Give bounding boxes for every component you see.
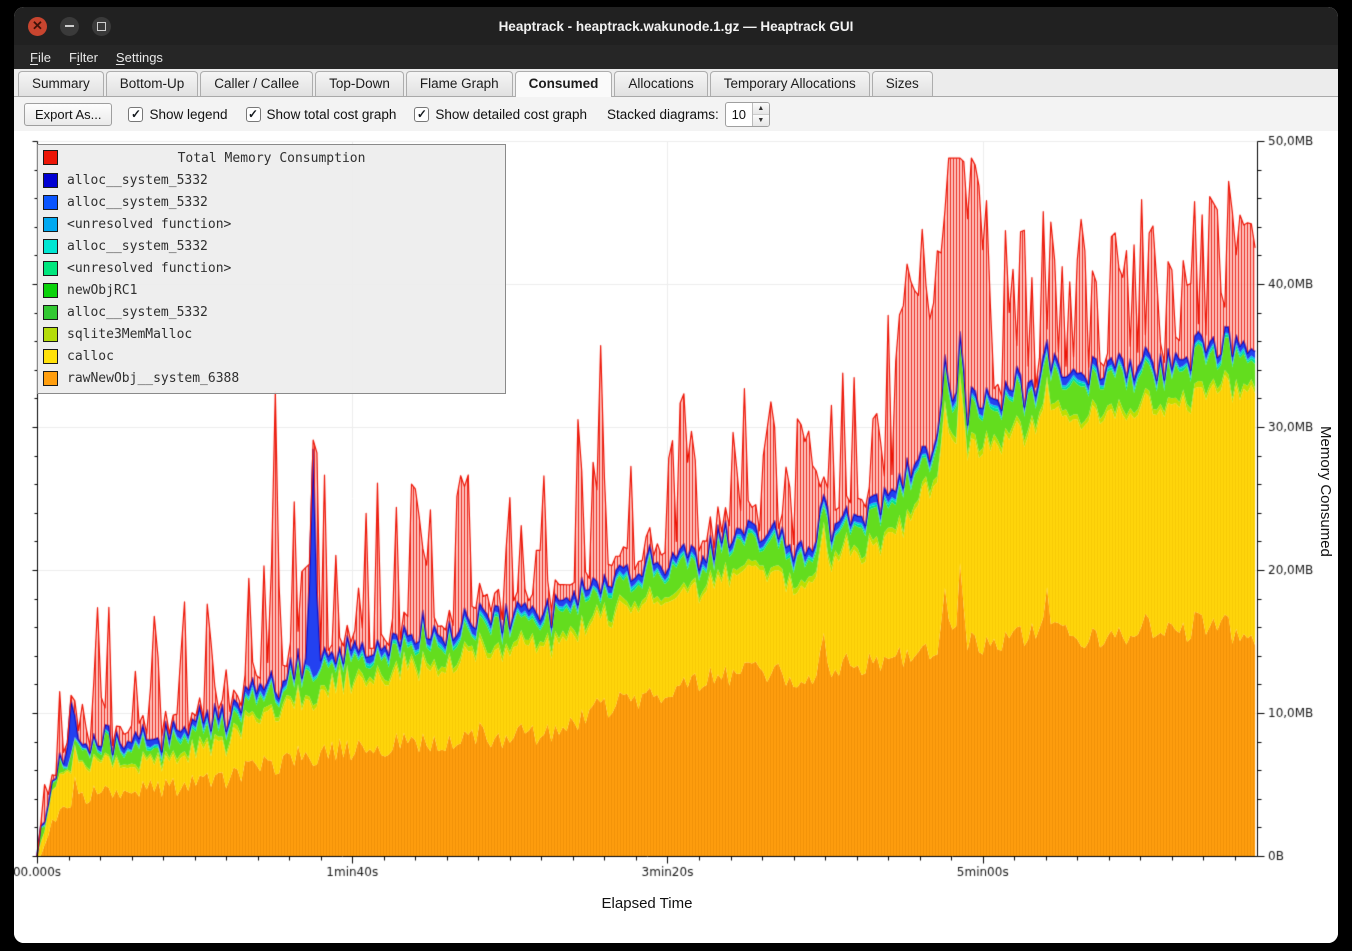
legend-swatch (43, 371, 58, 386)
checkbox-label: Show legend (149, 107, 227, 122)
maximize-icon (97, 22, 106, 31)
spinbox-arrows: ▲ ▼ (752, 103, 769, 126)
menu-filter[interactable]: Filter (61, 48, 106, 67)
chart-legend: Total Memory Consumption alloc__system_5… (37, 144, 506, 394)
x-axis-title: Elapsed Time (37, 895, 1257, 912)
checkbox-check-icon: ✓ (128, 107, 143, 122)
minimize-icon (65, 25, 74, 27)
legend-entry: <unresolved function> (38, 213, 505, 235)
checkbox-check-icon: ✓ (414, 107, 429, 122)
legend-swatch (43, 195, 58, 210)
legend-entries: alloc__system_5332 alloc__system_5332 <unr… (38, 169, 505, 389)
spin-up-icon: ▲ (757, 105, 764, 112)
legend-swatch (43, 173, 58, 188)
legend-label: sqlite3MemMalloc (67, 327, 192, 342)
checkbox-label: Show total cost graph (267, 107, 397, 122)
window-title: Heaptrack - heaptrack.wakunode.1.gz — He… (499, 19, 854, 34)
spin-down-button[interactable]: ▼ (753, 115, 769, 126)
close-icon: ✕ (32, 19, 43, 32)
export-as-button[interactable]: Export As... (24, 103, 112, 126)
legend-entry: calloc (38, 345, 505, 367)
tab-summary[interactable]: Summary (18, 71, 104, 96)
legend-label: <unresolved function> (67, 217, 231, 232)
legend-entry: alloc__system_5332 (38, 191, 505, 213)
chart-area: Total Memory Consumption alloc__system_5… (14, 131, 1338, 943)
window-controls: ✕ (28, 7, 111, 45)
maximize-button[interactable] (92, 17, 111, 36)
tab-consumed[interactable]: Consumed (515, 71, 613, 97)
legend-entry: newObjRC1 (38, 279, 505, 301)
menu-file[interactable]: File (22, 48, 59, 67)
close-button[interactable]: ✕ (28, 17, 47, 36)
checkbox-show-legend[interactable]: ✓ Show legend (128, 107, 227, 122)
legend-title-row: Total Memory Consumption (38, 147, 505, 169)
legend-entry: alloc__system_5332 (38, 235, 505, 257)
legend-label: alloc__system_5332 (67, 239, 208, 254)
checkbox-check-icon: ✓ (246, 107, 261, 122)
spin-down-icon: ▼ (757, 117, 764, 124)
legend-label: rawNewObj__system_6388 (67, 371, 239, 386)
legend-swatch (43, 217, 58, 232)
legend-label: alloc__system_5332 (67, 195, 208, 210)
legend-entry: alloc__system_5332 (38, 301, 505, 323)
tab-bottom-up[interactable]: Bottom-Up (106, 71, 199, 96)
legend-title: Total Memory Consumption (178, 151, 366, 166)
legend-swatch (43, 283, 58, 298)
legend-title-swatch (43, 150, 58, 165)
legend-label: alloc__system_5332 (67, 305, 208, 320)
legend-entry: <unresolved function> (38, 257, 505, 279)
menu-settings[interactable]: Settings (108, 48, 171, 67)
checkbox-label: Show detailed cost graph (435, 107, 587, 122)
tab-temporary-allocations[interactable]: Temporary Allocations (710, 71, 870, 96)
checkbox-show-detailed-cost-graph[interactable]: ✓ Show detailed cost graph (414, 107, 587, 122)
titlebar[interactable]: ✕ Heaptrack - heaptrack.wakunode.1.gz — … (14, 7, 1338, 45)
legend-swatch (43, 261, 58, 276)
stacked-diagrams-label: Stacked diagrams: (607, 107, 719, 122)
stacked-diagrams-control: Stacked diagrams: 10 ▲ ▼ (607, 102, 770, 127)
tab-top-down[interactable]: Top-Down (315, 71, 404, 96)
legend-swatch (43, 305, 58, 320)
toolbar: Export As... ✓ Show legend ✓ Show total cos… (14, 97, 1338, 131)
stacked-diagrams-spinbox[interactable]: 10 ▲ ▼ (725, 102, 770, 127)
legend-label: calloc (67, 349, 114, 364)
tab-bar: SummaryBottom-UpCaller / CalleeTop-DownF… (14, 69, 1338, 97)
checkbox-show-total-cost-graph[interactable]: ✓ Show total cost graph (246, 107, 397, 122)
tab-sizes[interactable]: Sizes (872, 71, 933, 96)
app-window: ✕ Heaptrack - heaptrack.wakunode.1.gz — … (14, 7, 1338, 943)
legend-label: alloc__system_5332 (67, 173, 208, 188)
legend-entry: sqlite3MemMalloc (38, 323, 505, 345)
spin-up-button[interactable]: ▲ (753, 103, 769, 115)
minimize-button[interactable] (60, 17, 79, 36)
tab-allocations[interactable]: Allocations (614, 71, 707, 96)
legend-swatch (43, 349, 58, 364)
stacked-diagrams-value: 10 (726, 103, 752, 126)
tab-caller-callee[interactable]: Caller / Callee (200, 71, 313, 96)
legend-entry: alloc__system_5332 (38, 169, 505, 191)
y-axis-title: Memory Consumed (1317, 426, 1334, 557)
checkbox-group: ✓ Show legend ✓ Show total cost graph ✓ Show … (128, 107, 587, 122)
legend-entry: rawNewObj__system_6388 (38, 367, 505, 389)
legend-swatch (43, 327, 58, 342)
legend-label: <unresolved function> (67, 261, 231, 276)
legend-label: newObjRC1 (67, 283, 137, 298)
menubar: FileFilterSettings (14, 45, 1338, 69)
legend-swatch (43, 239, 58, 254)
tab-flame-graph[interactable]: Flame Graph (406, 71, 513, 96)
